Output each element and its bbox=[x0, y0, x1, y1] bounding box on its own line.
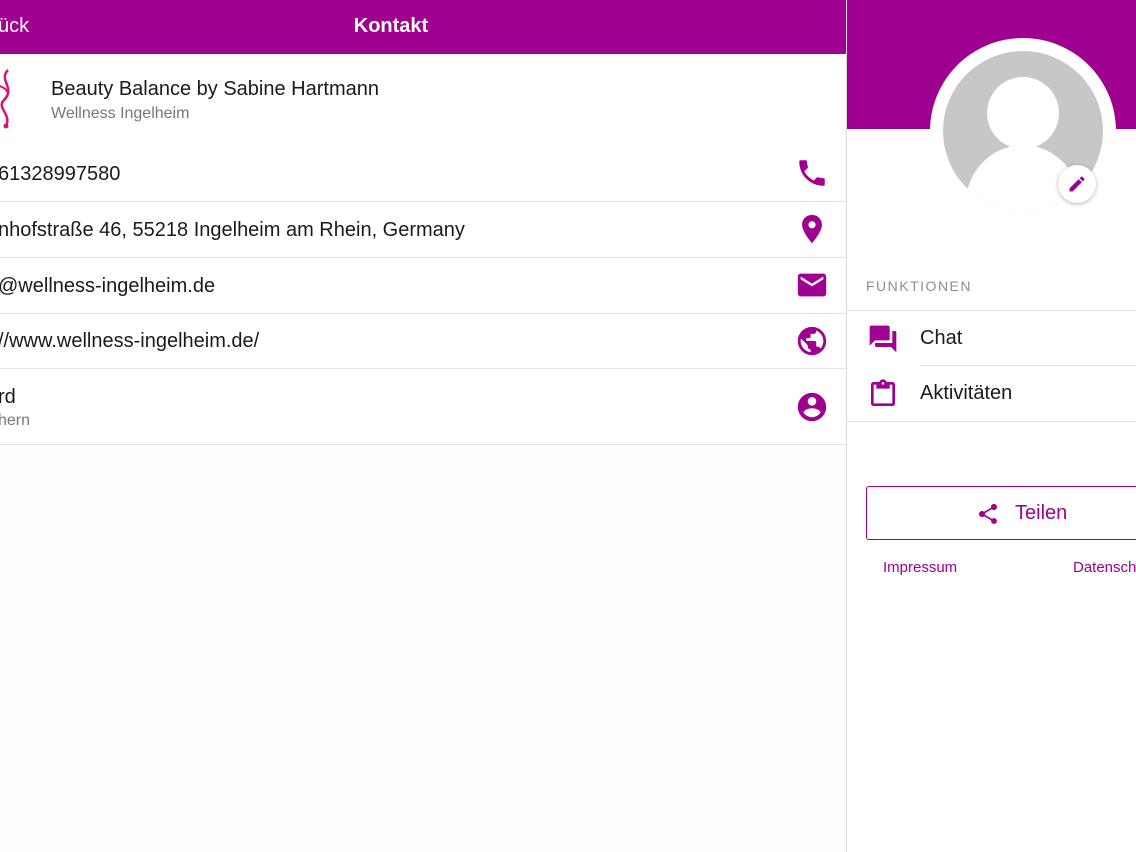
share-label: Teilen bbox=[1015, 502, 1068, 524]
business-name: Beauty Balance by Sabine Hartmann bbox=[51, 78, 379, 100]
share-icon bbox=[976, 502, 1000, 526]
function-item-chat[interactable]: Chat bbox=[847, 311, 1136, 366]
business-subtitle: Wellness Ingelheim bbox=[51, 105, 190, 122]
profile-sidebar: FUNKTIONEN Chat Aktivitäten Teilen Impre… bbox=[847, 0, 1136, 852]
phone-row[interactable]: 61328997580 bbox=[0, 146, 846, 202]
imprint-link[interactable]: Impressum bbox=[883, 559, 957, 576]
website-row[interactable]: //www.wellness-ingelheim.de/ bbox=[0, 314, 846, 369]
function-label-chat: Chat bbox=[920, 327, 963, 349]
business-logo bbox=[0, 69, 10, 129]
business-header: Beauty Balance by Sabine Hartmann Wellne… bbox=[0, 54, 846, 146]
location-pin-icon[interactable] bbox=[795, 212, 829, 246]
functions-section-label: FUNKTIONEN bbox=[866, 278, 972, 294]
phone-icon[interactable] bbox=[795, 156, 829, 190]
navigation-bar: ück Kontakt bbox=[0, 0, 846, 54]
account-text: rd bbox=[0, 386, 16, 408]
pencil-icon bbox=[1069, 176, 1085, 192]
account-subtext: hern bbox=[0, 412, 31, 429]
page-title: Kontakt bbox=[353, 15, 429, 37]
website-text: //www.wellness-ingelheim.de/ bbox=[0, 330, 260, 352]
function-item-activities[interactable]: Aktivitäten bbox=[847, 366, 1136, 421]
phone-number: 61328997580 bbox=[0, 163, 121, 185]
clipboard-icon bbox=[867, 378, 899, 410]
address-text: nhofstraße 46, 55218 Ingelheim am Rhein,… bbox=[0, 219, 465, 241]
account-row[interactable]: rd hern bbox=[0, 369, 846, 445]
edit-avatar-button[interactable] bbox=[1058, 165, 1096, 203]
email-row[interactable]: @wellness-ingelheim.de bbox=[0, 258, 846, 314]
share-button[interactable]: Teilen bbox=[866, 486, 1136, 540]
email-text: @wellness-ingelheim.de bbox=[0, 275, 216, 297]
privacy-link[interactable]: Datensch bbox=[1073, 559, 1136, 576]
address-row[interactable]: nhofstraße 46, 55218 Ingelheim am Rhein,… bbox=[0, 202, 846, 258]
contact-pane: ück Kontakt Beauty Balance by Sabine Har… bbox=[0, 0, 846, 852]
globe-icon[interactable] bbox=[795, 324, 829, 358]
function-label-activities: Aktivitäten bbox=[920, 382, 1013, 404]
account-circle-icon[interactable] bbox=[795, 390, 829, 424]
mail-icon[interactable] bbox=[795, 268, 829, 302]
chat-icon bbox=[867, 323, 899, 355]
divider bbox=[847, 421, 1136, 422]
